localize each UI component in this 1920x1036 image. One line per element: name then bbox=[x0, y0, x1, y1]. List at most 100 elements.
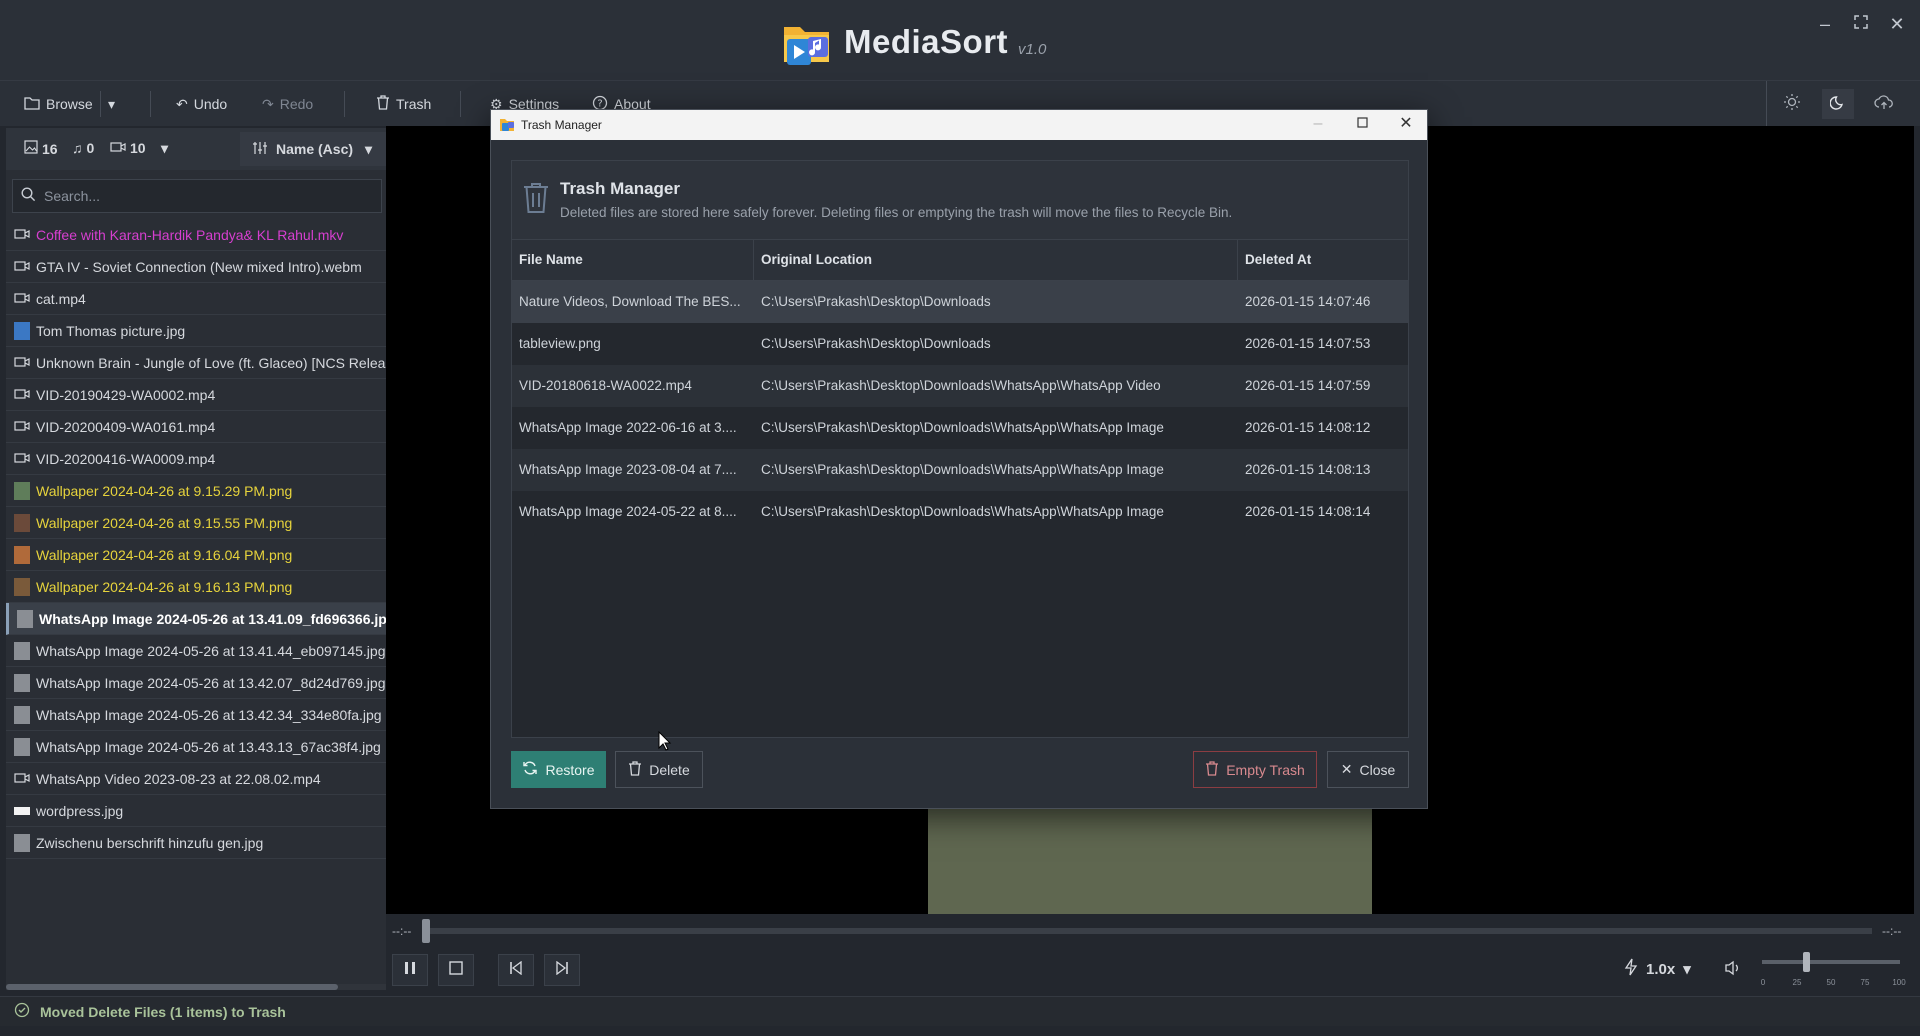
stop-button[interactable] bbox=[438, 954, 474, 986]
pause-icon bbox=[404, 961, 416, 980]
file-list-item[interactable]: Wallpaper 2024-04-26 at 9.16.13 PM.png bbox=[6, 571, 386, 603]
search-input[interactable]: Search... bbox=[12, 179, 382, 213]
column-deleted-at[interactable]: Deleted At bbox=[1238, 240, 1408, 280]
sort-label: Name (Asc) bbox=[276, 141, 354, 157]
seek-slider[interactable] bbox=[426, 928, 1872, 934]
volume-handle[interactable] bbox=[1803, 952, 1811, 972]
check-circle-icon bbox=[14, 1002, 30, 1021]
video-filter[interactable]: 10 bbox=[110, 140, 146, 156]
table-row[interactable]: VID-20180618-WA0022.mp4 C:\Users\Prakash\… bbox=[512, 365, 1408, 407]
restore-window-icon[interactable] bbox=[1852, 12, 1870, 36]
caret-down-icon: ▾ bbox=[108, 95, 116, 112]
playback-speed-dropdown[interactable]: 1.0x ▾ bbox=[1624, 958, 1691, 980]
cell-original-location: C:\Users\Prakash\Desktop\Downloads bbox=[761, 336, 991, 351]
redo-button[interactable]: ↷ Redo bbox=[262, 91, 313, 117]
status-bar: Moved Delete Files (1 items) to Trash bbox=[0, 996, 1920, 1026]
cell-original-location: C:\Users\Prakash\Desktop\Downloads\Whats… bbox=[761, 504, 1164, 519]
dark-theme-button[interactable] bbox=[1822, 89, 1854, 119]
browse-split-divider bbox=[100, 91, 101, 117]
toolbar-divider bbox=[1766, 81, 1767, 127]
cell-file-name: tableview.png bbox=[519, 336, 601, 351]
file-list-item[interactable]: Wallpaper 2024-04-26 at 9.15.55 PM.png bbox=[6, 507, 386, 539]
previous-button[interactable] bbox=[498, 954, 534, 986]
table-row[interactable]: tableview.png C:\Users\Prakash\Desktop\Do… bbox=[512, 323, 1408, 365]
cell-file-name: Nature Videos, Download The BES... bbox=[519, 294, 741, 309]
file-list-item[interactable]: Zwischenu berschrift hinzufu gen.jpg bbox=[6, 827, 386, 859]
next-button[interactable] bbox=[544, 954, 580, 986]
table-row[interactable]: Nature Videos, Download The BES... C:\Use… bbox=[512, 281, 1408, 323]
file-list-item[interactable]: Unknown Brain - Jungle of Love (ft. Glac… bbox=[6, 347, 386, 379]
image-filter[interactable]: 16 bbox=[24, 140, 58, 157]
scrollbar-thumb[interactable] bbox=[6, 984, 338, 990]
browse-button[interactable]: Browse bbox=[24, 91, 93, 117]
audio-filter[interactable]: ♫ 0 bbox=[72, 140, 94, 156]
horizontal-scrollbar[interactable] bbox=[6, 984, 386, 990]
table-row[interactable]: WhatsApp Image 2022-06-16 at 3.... C:\Use… bbox=[512, 407, 1408, 449]
dialog-app-icon bbox=[499, 116, 515, 135]
dialog-maximize-icon[interactable] bbox=[1351, 113, 1373, 135]
video-camera-icon bbox=[14, 419, 30, 435]
browse-dropdown-button[interactable]: ▾ bbox=[108, 91, 115, 117]
table-row[interactable]: WhatsApp Image 2023-08-04 at 7.... C:\Use… bbox=[512, 449, 1408, 491]
delete-button[interactable]: Delete bbox=[615, 751, 703, 788]
file-list-item[interactable]: WhatsApp Image 2024-05-26 at 13.41.44_eb… bbox=[6, 635, 386, 667]
image-thumbnail-icon bbox=[17, 609, 33, 628]
filter-dropdown-button[interactable]: ▾ bbox=[161, 140, 168, 157]
cell-deleted-at: 2026-01-15 14:08:12 bbox=[1245, 420, 1371, 435]
pause-button[interactable] bbox=[392, 954, 428, 986]
cell-original-location: C:\Users\Prakash\Desktop\Downloads bbox=[761, 294, 991, 309]
column-original-location[interactable]: Original Location bbox=[754, 240, 1238, 280]
file-list-item[interactable]: WhatsApp Image 2024-05-26 at 13.42.07_8d… bbox=[6, 667, 386, 699]
file-name-label: WhatsApp Image 2024-05-26 at 13.43.13_67… bbox=[36, 738, 381, 755]
file-list-item[interactable]: cat.mp4 bbox=[6, 283, 386, 315]
video-camera-icon bbox=[14, 355, 30, 371]
cell-deleted-at: 2026-01-15 14:07:46 bbox=[1245, 294, 1371, 309]
cell-file-name: VID-20180618-WA0022.mp4 bbox=[519, 378, 692, 393]
trash-button[interactable]: Trash bbox=[376, 91, 431, 117]
undo-button[interactable]: ↶ Undo bbox=[176, 91, 227, 117]
file-list-item[interactable]: WhatsApp Video 2023-08-23 at 22.08.02.mp… bbox=[6, 763, 386, 795]
app-logo-icon bbox=[780, 15, 834, 69]
volume-track[interactable] bbox=[1762, 960, 1900, 964]
app-title: MediaSort bbox=[844, 23, 1009, 60]
close-button[interactable]: ✕ Close bbox=[1327, 751, 1409, 788]
file-list-item[interactable]: Tom Thomas picture.jpg bbox=[6, 315, 386, 347]
file-list-item[interactable]: WhatsApp Image 2024-05-26 at 13.42.34_33… bbox=[6, 699, 386, 731]
file-list-item[interactable]: VID-20200416-WA0009.mp4 bbox=[6, 443, 386, 475]
file-name-label: Coffee with Karan-Hardik Pandya& KL Rahu… bbox=[36, 226, 344, 243]
file-list-item[interactable]: VID-20190429-WA0002.mp4 bbox=[6, 379, 386, 411]
sun-icon bbox=[1783, 93, 1801, 116]
file-list-item[interactable]: wordpress.jpg bbox=[6, 795, 386, 827]
redo-label: Redo bbox=[279, 96, 314, 112]
minimize-icon[interactable]: – bbox=[1816, 12, 1834, 36]
file-list-item[interactable]: Wallpaper 2024-04-26 at 9.16.04 PM.png bbox=[6, 539, 386, 571]
image-thumbnail-icon bbox=[14, 833, 30, 852]
file-list-item[interactable]: Coffee with Karan-Hardik Pandya& KL Rahu… bbox=[6, 219, 386, 251]
restore-button[interactable]: Restore bbox=[511, 751, 606, 788]
file-list-item[interactable]: GTA IV - Soviet Connection (New mixed In… bbox=[6, 251, 386, 283]
cloud-sync-button[interactable] bbox=[1868, 89, 1900, 119]
file-name-label: WhatsApp Video 2023-08-23 at 22.08.02.mp… bbox=[36, 770, 321, 787]
table-header: File Name Original Location Deleted At bbox=[512, 239, 1408, 281]
close-window-icon[interactable]: ✕ bbox=[1888, 12, 1906, 36]
seek-handle[interactable] bbox=[422, 919, 430, 943]
light-theme-button[interactable] bbox=[1776, 89, 1808, 119]
volume-button[interactable] bbox=[1724, 960, 1742, 981]
file-name-label: wordpress.jpg bbox=[36, 802, 124, 819]
folder-icon bbox=[24, 96, 40, 113]
volume-slider[interactable]: 0 25 50 75 100 bbox=[1761, 952, 1906, 992]
close-icon: ✕ bbox=[1340, 761, 1353, 777]
empty-trash-button[interactable]: Empty Trash bbox=[1193, 751, 1317, 788]
column-file-name[interactable]: File Name bbox=[512, 240, 754, 280]
table-row[interactable]: WhatsApp Image 2024-05-22 at 8.... C:\Use… bbox=[512, 491, 1408, 533]
dialog-close-icon[interactable]: ✕ bbox=[1395, 113, 1417, 135]
file-name-label: WhatsApp Image 2024-05-26 at 13.42.07_8d… bbox=[36, 674, 386, 691]
file-list-item[interactable]: WhatsApp Image 2024-05-26 at 13.41.09_fd… bbox=[6, 603, 386, 635]
file-list-item[interactable]: Wallpaper 2024-04-26 at 9.15.29 PM.png bbox=[6, 475, 386, 507]
file-list-item[interactable]: WhatsApp Image 2024-05-26 at 13.43.13_67… bbox=[6, 731, 386, 763]
mouse-cursor-icon bbox=[658, 730, 672, 756]
sort-dropdown[interactable]: Name (Asc) ▾ bbox=[240, 132, 386, 166]
trash-large-icon bbox=[522, 181, 550, 220]
dialog-minimize-icon[interactable]: – bbox=[1307, 113, 1329, 135]
file-list-item[interactable]: VID-20200409-WA0161.mp4 bbox=[6, 411, 386, 443]
